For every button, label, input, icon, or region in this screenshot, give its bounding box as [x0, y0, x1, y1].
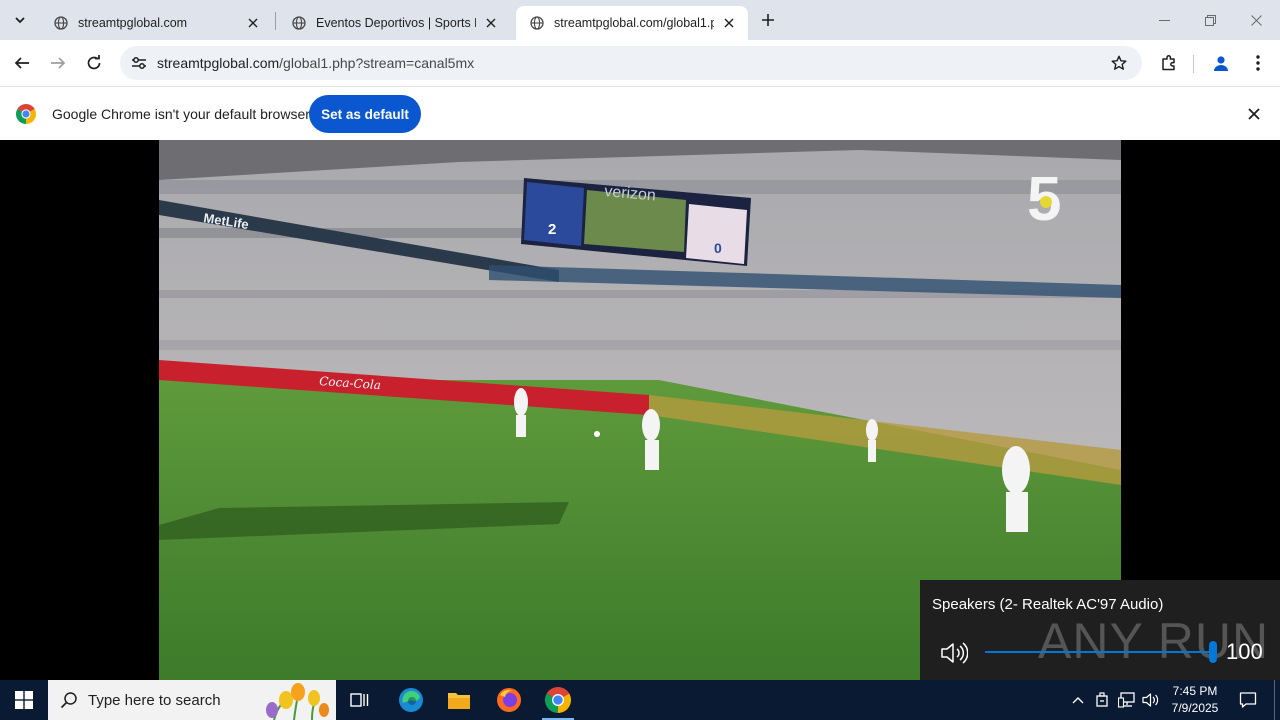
taskbar-clock[interactable]: 7:45 PM 7/9/2025 — [1164, 683, 1226, 717]
globe-icon — [292, 16, 306, 30]
score-away: 0 — [714, 240, 722, 256]
volume-icon — [1142, 693, 1159, 707]
reload-icon — [87, 55, 101, 70]
audio-device-name[interactable]: Speakers (2- Realtek AC'97 Audio) — [932, 596, 1163, 613]
bookmark-button[interactable] — [1108, 52, 1130, 74]
address-bar[interactable]: streamtpglobal.com/global1.php?stream=ca… — [120, 46, 1142, 80]
windows-logo-icon — [15, 691, 33, 709]
tab-global1-active[interactable]: streamtpglobal.com/global1.php — [516, 6, 748, 40]
show-desktop-button[interactable] — [1274, 680, 1275, 720]
browser-toolbar: streamtpglobal.com/global1.php?stream=ca… — [0, 40, 1280, 86]
volume-slider-thumb[interactable] — [1209, 641, 1217, 663]
site-info-button[interactable] — [128, 52, 150, 74]
close-window-button[interactable] — [1233, 0, 1279, 40]
show-hidden-icons-button[interactable] — [1068, 680, 1088, 720]
close-icon — [724, 18, 734, 28]
minimize-icon — [1158, 19, 1170, 21]
search-placeholder: Type here to search — [88, 692, 221, 709]
close-icon — [1250, 14, 1262, 26]
infobar-close-button[interactable] — [1244, 104, 1264, 124]
tab-streamtpglobal[interactable]: streamtpglobal.com — [40, 6, 272, 40]
clock-time: 7:45 PM — [1172, 684, 1218, 698]
windows-taskbar: Type here to search 7:45 PM 7/9/2025 — [0, 680, 1280, 720]
tab-close-button[interactable] — [244, 14, 262, 32]
back-arrow-icon — [14, 57, 29, 69]
firefox-icon — [497, 688, 521, 712]
puzzle-icon — [1162, 55, 1175, 71]
task-view-icon — [350, 693, 369, 707]
close-icon — [486, 18, 496, 28]
infobar-message: Google Chrome isn't your default browser — [52, 106, 310, 122]
set-as-default-button[interactable]: Set as default — [309, 95, 421, 133]
profile-button[interactable] — [1207, 49, 1235, 77]
clock-date: 7/9/2025 — [1171, 701, 1219, 715]
person-icon — [1214, 56, 1228, 71]
tab-title: streamtpglobal.com/global1.php — [554, 16, 714, 30]
chrome-taskbar-button[interactable] — [534, 680, 582, 720]
tab-title: Eventos Deportivos | Sports Events — [316, 16, 476, 30]
tray-device-button[interactable] — [1092, 680, 1112, 720]
chevron-down-icon — [15, 17, 25, 24]
tray-network-button[interactable] — [1116, 680, 1138, 720]
restore-button[interactable] — [1187, 0, 1233, 40]
star-icon — [1111, 55, 1127, 70]
url-text[interactable]: streamtpglobal.com/global1.php?stream=ca… — [157, 55, 474, 71]
chrome-icon — [545, 687, 571, 713]
speaker-icon[interactable] — [940, 640, 968, 666]
close-icon — [248, 18, 258, 28]
notification-icon — [1239, 692, 1257, 708]
network-icon — [1118, 692, 1135, 708]
action-center-button[interactable] — [1232, 680, 1264, 720]
search-icon — [60, 692, 77, 709]
edge-icon — [399, 688, 423, 712]
score-home: 2 — [548, 221, 556, 238]
chrome-logo-icon — [16, 104, 36, 124]
tab-search-button[interactable] — [8, 8, 32, 32]
tab-close-button[interactable] — [720, 14, 738, 32]
globe-icon — [530, 16, 544, 30]
toolbar-separator — [1193, 55, 1194, 73]
channel-logo: 5 — [1027, 166, 1061, 226]
ball — [594, 431, 600, 437]
tab-separator — [275, 12, 276, 30]
volume-flyout: Speakers (2- Realtek AC'97 Audio) ANY RU… — [920, 580, 1280, 680]
tune-icon — [132, 57, 146, 69]
taskbar-search-box[interactable]: Type here to search — [48, 680, 336, 720]
task-view-button[interactable] — [336, 680, 384, 720]
firefox-taskbar-button[interactable] — [485, 680, 533, 720]
kebab-menu-icon — [1256, 55, 1260, 71]
edge-taskbar-button[interactable] — [387, 680, 435, 720]
restore-icon — [1204, 14, 1216, 26]
tab-strip: streamtpglobal.com Eventos Deportivos | … — [0, 0, 1280, 40]
minimize-button[interactable] — [1141, 0, 1187, 40]
globe-icon — [54, 16, 68, 30]
volume-level: 100 — [1226, 639, 1263, 664]
chrome-menu-button[interactable] — [1244, 49, 1272, 77]
forward-arrow-icon — [51, 57, 66, 69]
url-path: /global1.php?stream=canal5mx — [279, 55, 475, 71]
tulips-illustration — [266, 683, 329, 720]
chevron-up-icon — [1072, 697, 1084, 704]
forward-button[interactable] — [44, 49, 72, 77]
start-button[interactable] — [0, 680, 48, 720]
usb-device-icon — [1096, 692, 1108, 707]
file-explorer-taskbar-button[interactable] — [435, 680, 483, 720]
screen: streamtpglobal.com Eventos Deportivos | … — [0, 0, 1280, 720]
channel-number: 5 — [1027, 166, 1061, 226]
tab-title: streamtpglobal.com — [78, 16, 188, 30]
tab-close-button[interactable] — [482, 14, 500, 32]
back-button[interactable] — [8, 49, 36, 77]
new-tab-button[interactable] — [756, 8, 780, 32]
url-host: streamtpglobal.com — [157, 55, 280, 71]
reload-button[interactable] — [80, 49, 108, 77]
tab-eventos-deportivos[interactable]: Eventos Deportivos | Sports Events — [278, 6, 510, 40]
volume-slider-track[interactable] — [985, 651, 1213, 653]
plus-icon — [762, 14, 774, 26]
tray-volume-button[interactable] — [1140, 680, 1162, 720]
file-explorer-icon — [448, 693, 470, 709]
close-icon — [1248, 108, 1260, 120]
default-browser-infobar: Google Chrome isn't your default browser… — [0, 86, 1280, 140]
extensions-button[interactable] — [1155, 49, 1183, 77]
